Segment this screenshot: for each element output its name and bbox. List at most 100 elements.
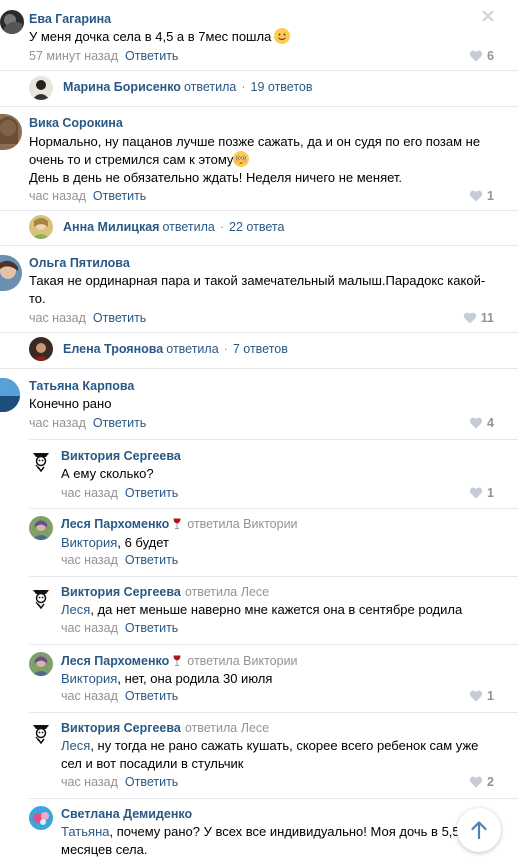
comment-author[interactable]: Ольга Пятилова [29,256,130,270]
comment-text: Такая не ординарная пара и такой замечат… [29,272,499,308]
reply-author-name[interactable]: Леся Пархоменко [61,517,169,531]
replies-summary[interactable]: Елена Троянова ответила · 7 ответов [0,336,518,364]
comment-author[interactable]: Вика Сорокина [29,116,123,130]
summary-verb: ответила [162,220,215,234]
summary-author[interactable]: Марина Борисенко [63,80,181,94]
reply-button[interactable]: Ответить [125,486,178,500]
reply-body: , да нет меньше наверно мне кажется она … [90,602,463,617]
summary-verb: ответила [183,80,237,94]
reply-body: , 6 будет [117,535,169,550]
like-button[interactable]: 6 [469,49,494,63]
reply-to-label[interactable]: ответила Виктории [187,517,297,531]
replies-summary[interactable]: Марина Борисенко ответила · 19 ответов [0,74,518,102]
like-button[interactable]: 4 [469,416,494,430]
reply-button[interactable]: Ответить [93,416,146,430]
smiling-face-emoji [274,28,291,44]
separator-dot: · [219,220,225,234]
avatar[interactable] [29,585,53,609]
avatar[interactable] [29,448,53,472]
like-button[interactable]: 1 [469,189,494,203]
comment-time[interactable]: 57 минут назад [29,49,118,63]
comment-time[interactable]: час назад [29,311,86,325]
summary-count[interactable]: 19 ответов [251,80,313,94]
comment-meta: час назад Ответить [29,311,146,325]
reply-author: Виктория Сергеева ответила Лесе [61,721,269,735]
reply-button[interactable]: Ответить [93,311,146,325]
like-count: 11 [480,311,494,325]
reply-meta: час назад Ответить [61,689,178,703]
heart-icon [469,690,483,702]
like-button[interactable]: 2 [469,775,494,789]
reply-viktoria: Виктория Сергеева А ему сколько? час наз… [0,440,518,508]
avatar[interactable] [0,10,24,34]
avatar[interactable] [0,255,22,291]
text-line: Такая не ординарная пара и такой замечат… [29,273,486,288]
replies-summary[interactable]: Анна Милицкая ответила · 22 ответа [0,214,518,242]
reply-button[interactable]: Ответить [125,49,178,63]
divider [0,70,518,71]
reply-time[interactable]: час назад [61,486,118,500]
like-count: 2 [487,775,494,789]
summary-author[interactable]: Анна Милицкая [63,220,159,234]
comment-time[interactable]: час назад [29,189,86,203]
reply-author-name[interactable]: Леся Пархоменко [61,654,169,668]
like-count: 1 [487,689,494,703]
flushed-face-emoji [233,151,250,167]
reply-author-name[interactable]: Виктория Сергеева [61,585,181,599]
reply-author[interactable]: Виктория Сергеева [61,449,181,463]
reply-body: , нет, она родила 30 июля [117,671,273,686]
reply-author-name[interactable]: Виктория Сергеева [61,721,181,735]
reply-to-label[interactable]: ответила Лесе [185,585,269,599]
avatar[interactable] [0,378,20,412]
reply-button[interactable]: Ответить [93,189,146,203]
text-line: Леся, ну тогда не рано сажать кушать, ск… [61,737,501,755]
separator-dot: · [241,80,246,94]
reply-meta: час назад Ответить [61,486,178,500]
reply-button[interactable]: Ответить [125,621,178,635]
comment-text: У меня дочка села в 4,5 а в 7мес пошла [29,28,291,46]
mention-link[interactable]: Татьяна [61,824,109,839]
mention-link[interactable]: Леся [61,602,90,617]
reply-button[interactable]: Ответить [125,775,178,789]
like-count: 4 [487,416,494,430]
reply-time[interactable]: час назад [61,689,118,703]
mention-link[interactable]: Виктория [61,671,117,686]
mention-link[interactable]: Леся [61,738,90,753]
reply-time[interactable]: час назад [61,553,118,567]
avatar[interactable] [29,652,53,676]
divider [0,332,518,333]
like-button[interactable]: 1 [469,486,494,500]
reply-time[interactable]: час назад [61,775,118,789]
wine-glass-icon [173,655,181,666]
like-button[interactable]: 1 [469,689,494,703]
close-icon[interactable] [482,10,494,22]
comment-author[interactable]: Ева Гагарина [29,12,111,26]
comment-time[interactable]: час назад [29,416,86,430]
reply-to-label[interactable]: ответила Лесе [185,721,269,735]
comment-text: Конечно рано [29,396,112,411]
text-line: очень то и стремился сам к этому [29,151,499,169]
mention-link[interactable]: Виктория [61,535,117,550]
heart-icon [469,190,483,202]
comment-author[interactable]: Татьяна Карпова [29,379,134,393]
scroll-to-top-button[interactable] [457,808,501,852]
avatar[interactable] [29,720,53,744]
reply-viktoria-3: Виктория Сергеева ответила Лесе Леся, ну … [0,713,518,799]
avatar[interactable] [29,806,53,830]
summary-author[interactable]: Елена Троянова [63,342,163,356]
reply-to-label[interactable]: ответила Виктории [187,654,297,668]
like-button[interactable]: 11 [463,311,494,325]
comment-meta: час назад Ответить [29,416,146,430]
reply-author[interactable]: Светлана Демиденко [61,807,192,821]
avatar[interactable] [29,516,53,540]
reply-button[interactable]: Ответить [125,689,178,703]
reply-text: Виктория, нет, она родила 30 июля [61,670,272,688]
reply-button[interactable]: Ответить [125,553,178,567]
avatar[interactable] [0,114,22,150]
text-line: месяцев села. [61,842,148,857]
reply-time[interactable]: час назад [61,621,118,635]
reply-text: Леся, да нет меньше наверно мне кажется … [61,601,462,619]
summary-count[interactable]: 7 ответов [233,342,288,356]
summary-count[interactable]: 22 ответа [229,220,284,234]
reply-text: Леся, ну тогда не рано сажать кушать, ск… [61,737,501,773]
